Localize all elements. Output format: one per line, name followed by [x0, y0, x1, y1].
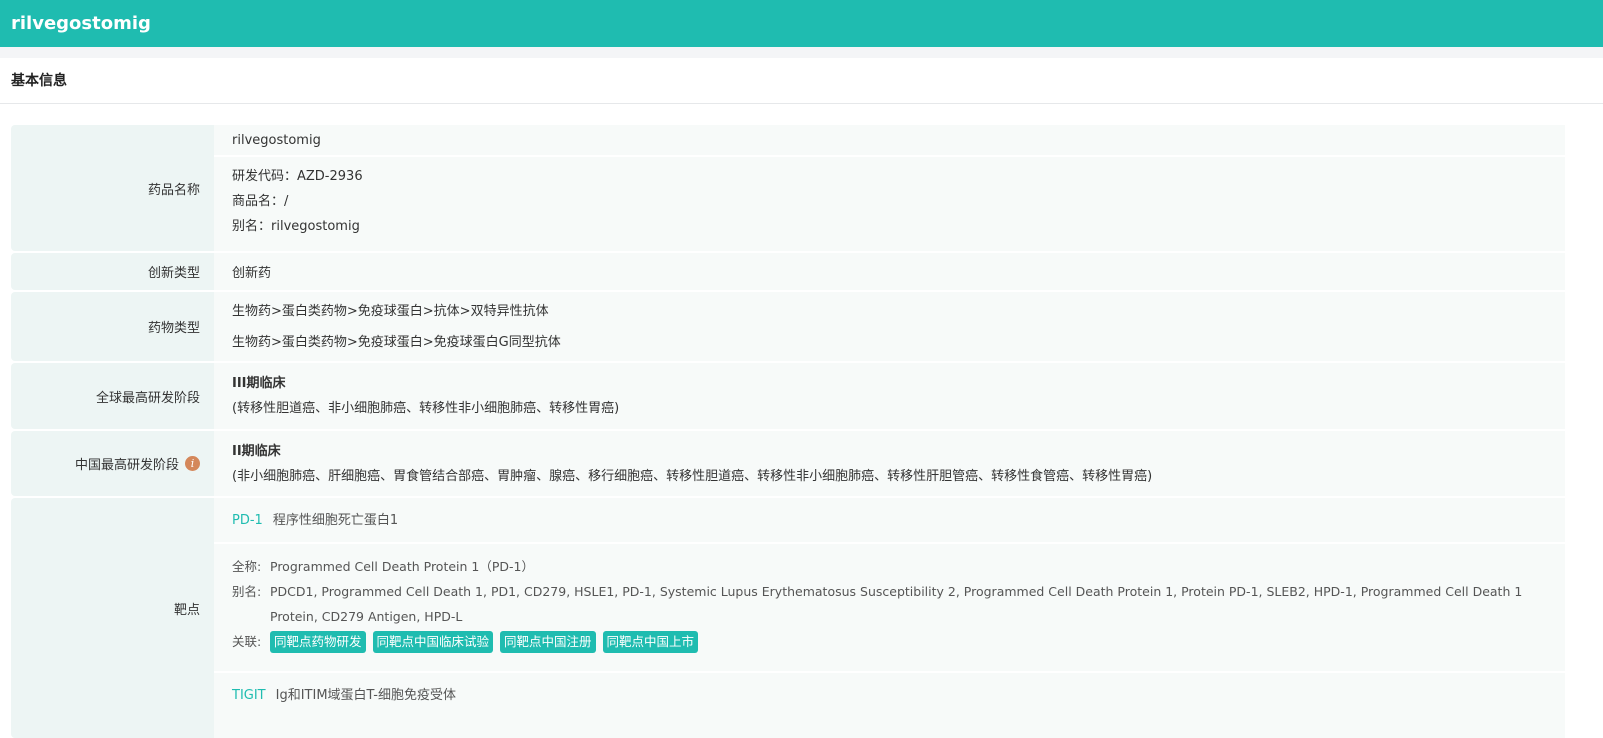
target-details: 全称: Programmed Cell Death Protein 1（PD-1）…: [214, 544, 1565, 673]
innovation-type: 创新药: [232, 266, 272, 281]
info-icon[interactable]: i: [185, 456, 200, 471]
same-target-cn-registration-button[interactable]: 同靶点中国注册: [500, 630, 596, 653]
global-indications: (转移性胆道癌、非小细胞肺癌、转移性非小细胞肺癌、转移性胃癌): [232, 401, 620, 416]
fullname: Programmed Cell Death Protein 1（PD-1）: [270, 559, 534, 574]
target-alias: PDCD1, Programmed Cell Death 1, PD1, CD2…: [270, 584, 1523, 624]
section-title: 基本信息: [0, 58, 1603, 104]
global-stage: III期临床: [232, 376, 286, 391]
target-item: PD-1 程序性细胞死亡蛋白1: [214, 498, 1565, 544]
alias-label: 别名:: [232, 584, 262, 599]
china-stage: II期临床: [232, 443, 281, 459]
row-global-stage: 全球最高研发阶段 III期临床 (转移性胆道癌、非小细胞肺癌、转移性非小细胞肺癌…: [11, 363, 1565, 429]
drug-title-header: rilvegostomig: [0, 0, 1603, 47]
drug-type-path: 生物药>蛋白类药物>免疫球蛋白>免疫球蛋白G同型抗体: [232, 334, 561, 350]
trade-name: 商品名：/: [232, 194, 289, 209]
same-target-cn-trials-button[interactable]: 同靶点中国临床试验: [372, 630, 494, 653]
target-name: Ig和ITIM域蛋白T-细胞免疫受体: [275, 688, 456, 703]
spacer-band: [0, 47, 1603, 58]
row-label: 药物类型: [11, 292, 214, 361]
row-label: 全球最高研发阶段: [11, 363, 214, 429]
row-drug-type: 药物类型 生物药>蛋白类药物>免疫球蛋白>抗体>双特异性抗体 生物药>蛋白类药物…: [11, 292, 1565, 361]
row-label: 创新类型: [11, 253, 214, 290]
row-china-stage: 中国最高研发阶段 i II期临床 (非小细胞肺癌、肝细胞癌、胃食管结合部癌、胃肿瘤…: [11, 431, 1565, 496]
alias: 别名：rilvegostomig: [232, 219, 360, 234]
row-targets: 靶点 PD-1 程序性细胞死亡蛋白1 全称: Programmed Cell Dea…: [11, 498, 1565, 738]
same-target-cn-market-button[interactable]: 同靶点中国上市: [602, 630, 699, 653]
row-drug-name: 药品名称 rilvegostomig 研发代码：AZD-2936 商品名：/ 别…: [11, 125, 1565, 251]
target-link[interactable]: TIGIT: [232, 688, 266, 703]
info-table: 药品名称 rilvegostomig 研发代码：AZD-2936 商品名：/ 别…: [11, 125, 1565, 738]
row-label: 药品名称: [11, 125, 214, 251]
row-label: 靶点: [11, 498, 214, 738]
target-name: 程序性细胞死亡蛋白1: [272, 513, 399, 528]
row-innovation: 创新类型 创新药: [11, 253, 1565, 290]
target-link[interactable]: PD-1: [232, 513, 263, 528]
fullname-label: 全称:: [232, 559, 262, 574]
dev-code: 研发代码：AZD-2936: [232, 169, 363, 184]
related-label: 关联:: [232, 634, 262, 649]
drug-type-path: 生物药>蛋白类药物>免疫球蛋白>抗体>双特异性抗体: [232, 303, 549, 319]
target-item: TIGIT Ig和ITIM域蛋白T-细胞免疫受体: [214, 673, 1565, 719]
china-indications: (非小细胞肺癌、肝细胞癌、胃食管结合部癌、胃肿瘤、腺癌、移行细胞癌、转移性胆道癌…: [232, 468, 1153, 484]
same-target-drug-button[interactable]: 同靶点药物研发: [270, 630, 366, 653]
row-label: 中国最高研发阶段: [74, 458, 179, 473]
drug-name: rilvegostomig: [214, 125, 1565, 157]
